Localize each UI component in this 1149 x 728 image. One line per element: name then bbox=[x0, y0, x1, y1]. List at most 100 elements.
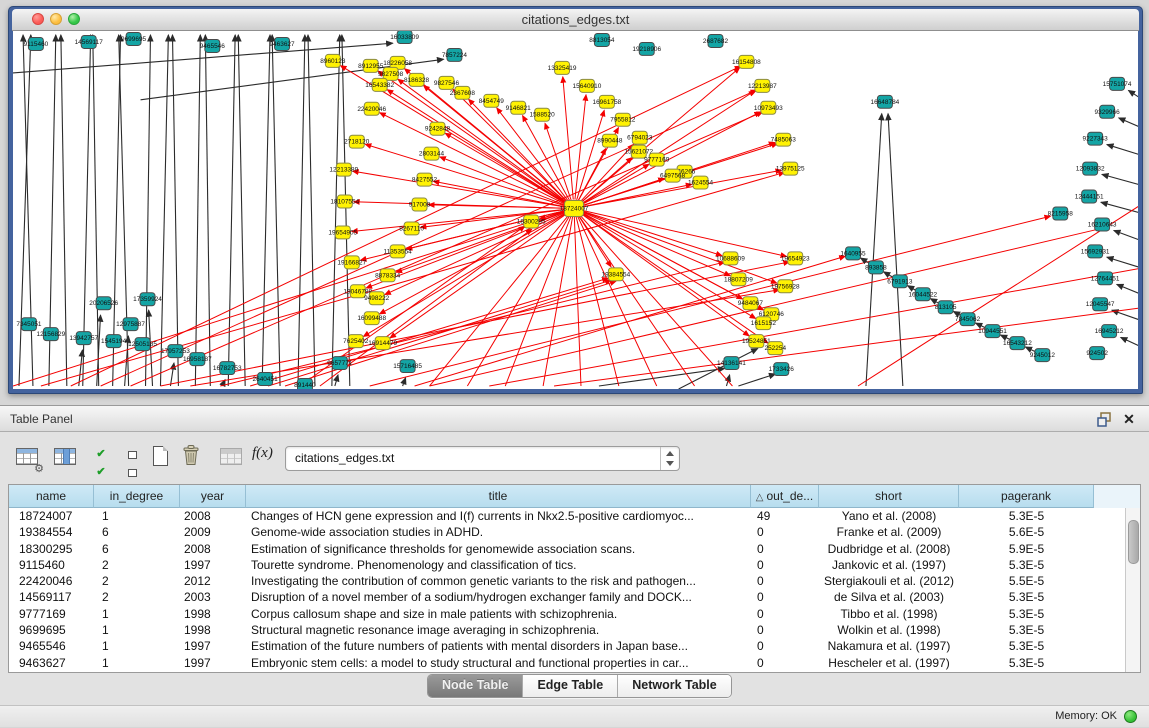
graph-node[interactable]: 252254 bbox=[764, 342, 786, 355]
graph-node[interactable]: 15640910 bbox=[573, 79, 602, 92]
graph-node[interactable]: 16099488 bbox=[357, 312, 386, 325]
graph-node[interactable]: 8813054 bbox=[589, 33, 615, 46]
graph-node[interactable]: 15716485 bbox=[393, 360, 422, 373]
table-row[interactable]: 1938455462009Genome-wide association stu… bbox=[9, 524, 1125, 540]
graph-node[interactable]: 8427552 bbox=[412, 173, 438, 186]
graph-node[interactable]: 13942757 bbox=[69, 332, 98, 345]
graph-node[interactable]: 2640451 bbox=[253, 373, 279, 386]
graph-node[interactable]: 16782753 bbox=[213, 362, 242, 375]
graph-node[interactable]: 9146821 bbox=[506, 101, 532, 114]
graph-node[interactable]: 19654905 bbox=[328, 226, 357, 239]
graph-node[interactable]: 12213987 bbox=[748, 79, 777, 92]
table-row[interactable]: 1872400712008Changes of HCN gene express… bbox=[9, 508, 1125, 524]
graph-node[interactable]: 6794023 bbox=[627, 131, 653, 144]
window-titlebar[interactable]: citations_edges.txt bbox=[12, 9, 1139, 31]
svg-text:9465546: 9465546 bbox=[200, 43, 226, 50]
graph-node[interactable]: 1733426 bbox=[769, 363, 795, 376]
graph-node[interactable]: 16945212 bbox=[1095, 325, 1124, 338]
graph-node[interactable]: 9699695 bbox=[121, 32, 147, 45]
graph-node[interactable]: 8215958 bbox=[1048, 207, 1074, 220]
tab-network-table[interactable]: Network Table bbox=[618, 675, 731, 697]
graph-node[interactable]: 12975887 bbox=[116, 318, 145, 331]
graph-node[interactable]: 2687682 bbox=[703, 34, 729, 47]
table-row[interactable]: 977716911998Corpus callosum shape and si… bbox=[9, 606, 1125, 622]
select-all-button[interactable]: ✔✔ bbox=[88, 444, 114, 470]
graph-node[interactable]: 15692931 bbox=[1081, 245, 1110, 258]
graph-node[interactable]: 11353554 bbox=[383, 245, 412, 258]
graph-node[interactable]: 9329966 bbox=[1095, 105, 1121, 118]
graph-node[interactable]: 1545194 bbox=[101, 335, 127, 348]
delete-table-button[interactable] bbox=[181, 444, 207, 470]
graph-node[interactable]: 15751074 bbox=[1103, 77, 1132, 90]
graph-node[interactable]: 891440 bbox=[294, 379, 316, 389]
column-visibility-button[interactable] bbox=[52, 444, 78, 470]
graph-node[interactable]: 16033809 bbox=[390, 31, 419, 43]
graph-node[interactable]: 16154808 bbox=[732, 55, 761, 68]
graph-node[interactable]: 12156829 bbox=[36, 328, 65, 341]
column-header-name[interactable]: name bbox=[9, 485, 94, 508]
graph-node[interactable]: 19218906 bbox=[632, 42, 661, 55]
scrollbar-thumb[interactable] bbox=[1128, 520, 1139, 564]
table-settings-button[interactable]: ⚙ bbox=[14, 444, 40, 470]
table-row[interactable]: 969969511998Structural magnetic resonanc… bbox=[9, 622, 1125, 638]
close-panel-icon[interactable]: ✕ bbox=[1121, 412, 1137, 427]
graph-node[interactable]: 924502 bbox=[1086, 347, 1108, 360]
column-header-in-degree[interactable]: in_degree bbox=[94, 485, 180, 508]
graph-node[interactable]: 12444151 bbox=[1075, 190, 1104, 203]
tab-node-table[interactable]: Node Table bbox=[428, 675, 523, 697]
table-row[interactable]: 911546021997Tourette syndrome. Phenomeno… bbox=[9, 557, 1125, 573]
function-builder-button[interactable]: f(x) bbox=[252, 444, 278, 470]
graph-node[interactable]: 12764451 bbox=[1091, 272, 1120, 285]
table-row[interactable]: 946554611997Estimation of the future num… bbox=[9, 638, 1125, 654]
graph-node[interactable]: 9227343 bbox=[1083, 132, 1109, 145]
float-panel-icon[interactable] bbox=[1097, 412, 1113, 427]
graph-node[interactable]: 16044522 bbox=[908, 288, 937, 301]
graph-node[interactable]: 12505185 bbox=[128, 338, 157, 351]
graph-node[interactable]: 8186328 bbox=[404, 73, 430, 86]
graph-node[interactable]: 1640955 bbox=[840, 247, 866, 260]
graph-node[interactable]: 917008 bbox=[409, 198, 431, 211]
graph-node[interactable]: 9463627 bbox=[269, 37, 295, 50]
row-selection-button[interactable] bbox=[119, 444, 145, 472]
graph-node[interactable]: 9465546 bbox=[200, 39, 226, 52]
vertical-scrollbar[interactable] bbox=[1125, 508, 1140, 672]
graph-node[interactable]: 7857224 bbox=[442, 48, 468, 61]
column-header-year[interactable]: year bbox=[180, 485, 246, 508]
graph-node[interactable]: 22420046 bbox=[357, 102, 386, 115]
graph-node[interactable]: 12093832 bbox=[1076, 162, 1105, 175]
graph-node[interactable]: 7345051 bbox=[16, 318, 42, 331]
tab-edge-table[interactable]: Edge Table bbox=[523, 675, 618, 697]
table-cell: 0 bbox=[751, 557, 819, 573]
column-header-out-degree[interactable]: △out_de... bbox=[751, 485, 819, 508]
graph-node[interactable]: 9242848 bbox=[425, 122, 451, 135]
column-header-short[interactable]: short bbox=[819, 485, 959, 508]
column-header-pagerank[interactable]: pagerank bbox=[959, 485, 1094, 508]
graph-node[interactable]: 2718120 bbox=[344, 135, 370, 148]
graph-node[interactable]: 16648784 bbox=[871, 95, 900, 108]
graph-node[interactable]: 14569117 bbox=[75, 35, 104, 48]
table-row[interactable]: 946362711997Embryonic stem cells: a mode… bbox=[9, 655, 1125, 671]
table-row[interactable]: 2242004622012Investigating the contribut… bbox=[9, 573, 1125, 589]
network-canvas[interactable]: 1872400789601238912955182260589827508165… bbox=[13, 31, 1138, 389]
graph-node[interactable]: 12045547 bbox=[1086, 298, 1115, 311]
graph-node[interactable]: 2803144 bbox=[419, 147, 445, 160]
graph-node[interactable]: 19166827 bbox=[337, 256, 366, 269]
column-header-title[interactable]: title bbox=[246, 485, 751, 508]
graph-node[interactable]: 8454749 bbox=[479, 94, 505, 107]
combobox-stepper-icon[interactable] bbox=[660, 447, 679, 470]
new-table-button[interactable] bbox=[148, 444, 174, 470]
graph-node[interactable]: 10973493 bbox=[754, 101, 783, 114]
graph-node[interactable]: 18107554 bbox=[330, 195, 359, 208]
graph-node[interactable]: 16210643 bbox=[1088, 218, 1117, 231]
graph-node[interactable]: 9115460 bbox=[24, 37, 49, 50]
graph-node[interactable]: 8990448 bbox=[597, 134, 623, 147]
table-row[interactable]: 1830029562008Estimation of significance … bbox=[9, 541, 1125, 557]
table-selector-combobox[interactable]: citations_edges.txt bbox=[285, 446, 680, 471]
graph-node[interactable]: 1588520 bbox=[530, 108, 556, 121]
graph-node[interactable]: 7955812 bbox=[610, 113, 636, 126]
graph-node[interactable]: 13325419 bbox=[548, 61, 577, 74]
table-row[interactable]: 1456911722003Disruption of a novel membe… bbox=[9, 589, 1125, 605]
graph-node[interactable]: 12213389 bbox=[329, 163, 358, 176]
graph-node[interactable]: 17359924 bbox=[133, 293, 162, 306]
graph-node[interactable]: 16961758 bbox=[593, 95, 622, 108]
